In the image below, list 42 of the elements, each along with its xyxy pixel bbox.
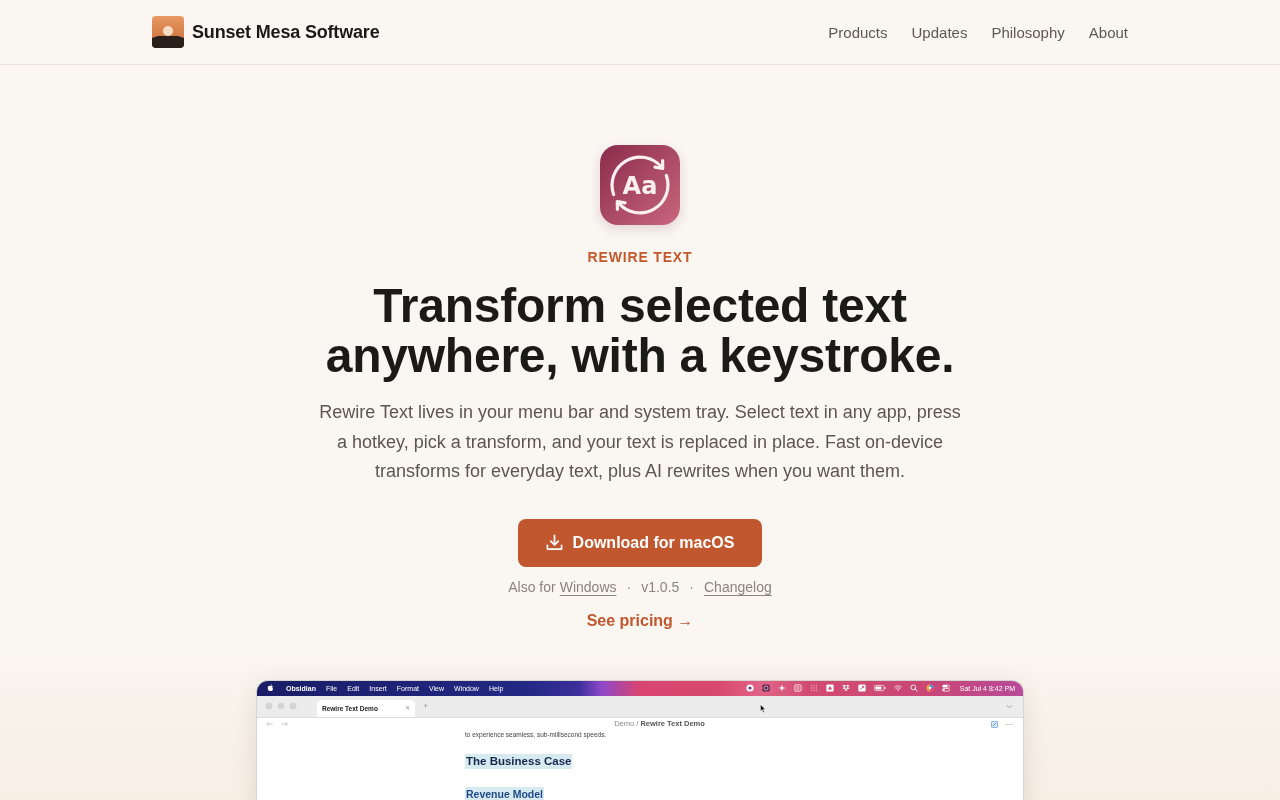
forward-arrow-icon[interactable] bbox=[281, 721, 288, 727]
hero-heading: Transform selected text anywhere, with a keystroke. bbox=[324, 281, 956, 381]
nav-link[interactable]: Products bbox=[828, 23, 888, 41]
nav-link[interactable]: Updates bbox=[911, 23, 968, 41]
sparkle-icon bbox=[777, 684, 786, 692]
wifi-icon bbox=[893, 684, 902, 692]
pricing-link[interactable]: See pricing → bbox=[586, 610, 694, 631]
mouse-pointer-icon bbox=[760, 703, 766, 713]
app-square-icon bbox=[857, 684, 866, 692]
brand-link[interactable]: Sunset Mesa Software bbox=[152, 16, 380, 48]
download-button[interactable]: Download for macOS bbox=[518, 518, 762, 567]
search-icon bbox=[909, 684, 918, 692]
back-arrow-icon[interactable] bbox=[266, 721, 273, 727]
sunset-logo-icon bbox=[152, 16, 184, 48]
app-icon: Aa bbox=[600, 145, 680, 225]
diamonds-icon bbox=[841, 684, 850, 692]
nav-link[interactable]: About bbox=[1088, 23, 1128, 41]
platform-link[interactable]: Windows bbox=[559, 576, 617, 597]
window-controls-icon bbox=[265, 702, 297, 710]
chevron-down-icon[interactable] bbox=[1006, 703, 1013, 709]
separator-dot: · bbox=[689, 577, 694, 597]
product-name: REWIRE TEXT bbox=[587, 248, 693, 267]
tab-close[interactable]: × bbox=[405, 704, 410, 712]
app-badge-icon bbox=[761, 684, 770, 692]
record-icon bbox=[745, 684, 754, 692]
meta-text: Also for bbox=[508, 577, 556, 597]
document-subheading: Revenue Model bbox=[465, 786, 545, 800]
hero-description: Rewire Text lives in your menu bar and system tray. Select text in any app, press a hotkey, pick a transform, and your text is replaced in place. Fast on-device transforms for everyday text, plus AI rewrites when you want them. bbox=[318, 401, 962, 483]
dot-grid-icon bbox=[809, 684, 818, 692]
control-center-icon bbox=[941, 684, 950, 692]
text-box-icon bbox=[793, 684, 802, 692]
download-icon bbox=[545, 534, 563, 551]
meta-text: v1.0.5 bbox=[641, 577, 680, 597]
nav-link[interactable]: Philosophy bbox=[991, 23, 1065, 41]
document-heading: The Business Case bbox=[465, 753, 573, 769]
platform-link[interactable]: Changelog bbox=[704, 576, 772, 597]
separator-dot: · bbox=[626, 577, 632, 597]
color-wheel-icon bbox=[925, 684, 934, 692]
edit-icon[interactable] bbox=[991, 720, 998, 728]
triangle-square-icon bbox=[825, 684, 834, 692]
battery-icon bbox=[873, 684, 886, 692]
apple-icon bbox=[267, 684, 274, 692]
